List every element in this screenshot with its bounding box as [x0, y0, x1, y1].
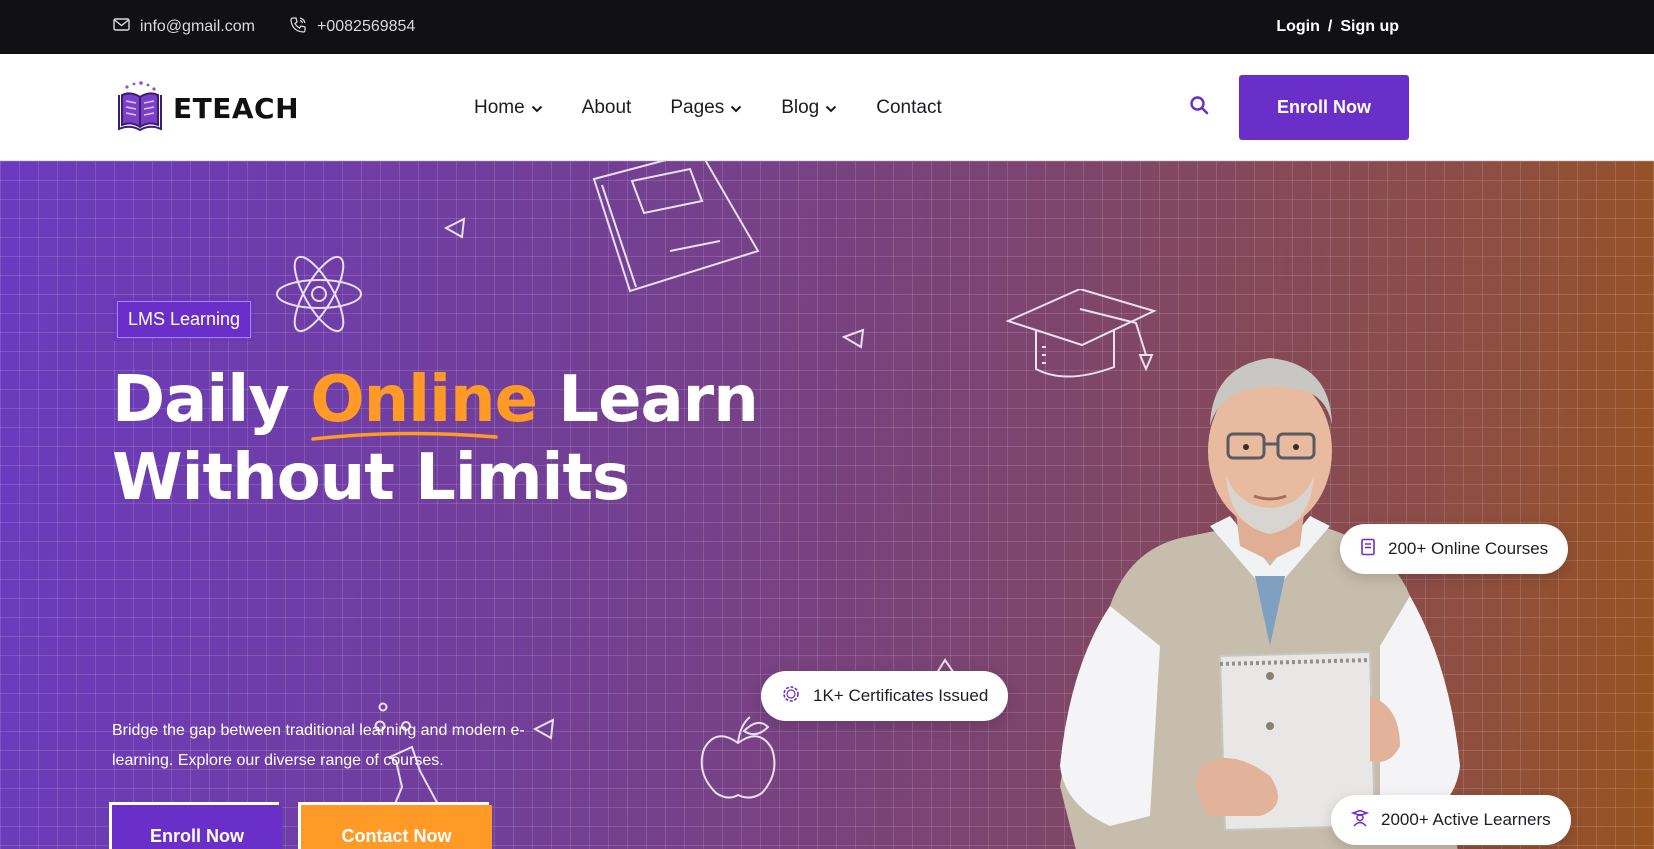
- search-icon: [1189, 95, 1209, 120]
- triangle-doodle-icon: [444, 217, 466, 239]
- stat-courses-badge: 200+ Online Courses: [1340, 524, 1569, 574]
- learner-icon: [1350, 809, 1381, 832]
- book-icon: [1360, 538, 1388, 561]
- stat-learners-badge: 2000+ Active Learners: [1331, 795, 1571, 845]
- hero-enroll-button[interactable]: Enroll Now: [112, 805, 282, 849]
- hero-subtitle: Bridge the gap between traditional learn…: [112, 722, 525, 769]
- nav-contact[interactable]: Contact: [876, 97, 941, 119]
- book-doodle-icon: [592, 161, 760, 293]
- auth-links: Login / Sign up: [1276, 0, 1399, 54]
- site-logo[interactable]: ETEACH: [117, 78, 299, 138]
- logo-text: ETEACH: [173, 91, 300, 125]
- nav-about[interactable]: About: [582, 97, 632, 119]
- apple-doodle-icon: [700, 716, 776, 799]
- hero-title: Daily Online Learn Without Limits: [112, 361, 759, 517]
- hero-title-accent: Online: [310, 363, 538, 441]
- atom-doodle-icon: [276, 255, 362, 333]
- search-button[interactable]: [1186, 94, 1212, 120]
- triangle-doodle-icon: [842, 328, 865, 349]
- book-logo-icon: [117, 80, 163, 136]
- signup-link[interactable]: Sign up: [1340, 18, 1399, 36]
- contact-phone[interactable]: +0082569854: [289, 0, 415, 54]
- hero-contact-button[interactable]: Contact Now: [301, 805, 492, 849]
- chevron-down-icon: [730, 97, 742, 119]
- lms-learning-tag: LMS Learning: [113, 298, 255, 341]
- hero-title-line2: Without Limits: [112, 441, 630, 515]
- hero-title-accent-text: Online: [310, 363, 538, 437]
- nav-blog[interactable]: Blog: [781, 97, 837, 119]
- teacher-portrait-image: [1060, 358, 1460, 849]
- hero-section: LMS Learning Daily Online Learn Without …: [0, 161, 1654, 849]
- stat-learners-text: 2000+ Active Learners: [1381, 810, 1551, 829]
- hero-title-part2: Learn: [537, 363, 758, 437]
- login-link[interactable]: Login: [1276, 18, 1320, 36]
- main-nav: Home About Pages Blog Contact: [474, 54, 981, 161]
- stat-certificates-text: 1K+ Certificates Issued: [813, 686, 989, 705]
- nav-contact-label: Contact: [876, 96, 942, 118]
- email-text: info@gmail.com: [140, 18, 255, 35]
- nav-home[interactable]: Home: [474, 97, 543, 119]
- stat-certificates-badge: 1K+ Certificates Issued: [761, 671, 1009, 721]
- nav-pages-label: Pages: [670, 96, 725, 118]
- nav-about-label: About: [581, 96, 632, 118]
- contact-email[interactable]: info@gmail.com: [113, 0, 255, 54]
- mail-icon: [113, 18, 140, 36]
- nav-pages[interactable]: Pages: [670, 97, 742, 119]
- main-header: ETEACH Home About Pages Blog Contact Enr…: [0, 54, 1654, 161]
- nav-home-label: Home: [474, 96, 525, 118]
- hero-title-part1: Daily: [112, 363, 311, 437]
- nav-blog-label: Blog: [781, 96, 820, 118]
- chevron-down-icon: [531, 97, 543, 119]
- certificate-badge-icon: [781, 684, 813, 709]
- phone-icon: [289, 16, 317, 39]
- enroll-now-button[interactable]: Enroll Now: [1239, 75, 1409, 140]
- chevron-down-icon: [825, 97, 837, 119]
- stat-courses-text: 200+ Online Courses: [1388, 539, 1549, 558]
- auth-separator: /: [1327, 18, 1333, 35]
- underline-swoosh-icon: [311, 431, 498, 441]
- top-bar: info@gmail.com +0082569854 Login / Sign …: [0, 0, 1654, 54]
- phone-text: +0082569854: [317, 18, 416, 35]
